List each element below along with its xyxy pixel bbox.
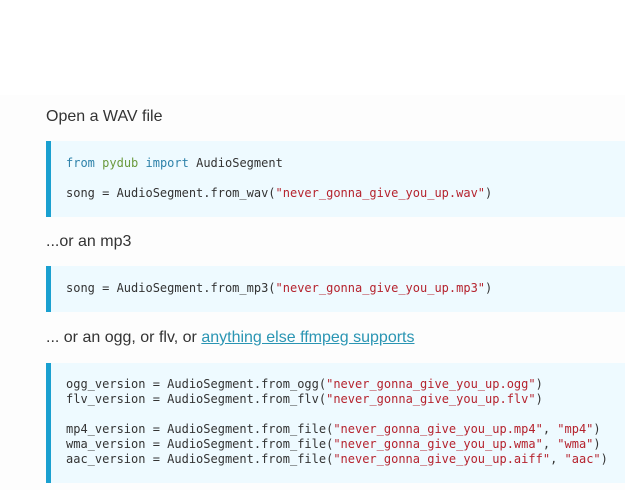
- string-literal: "never_gonna_give_you_up.mp4": [333, 422, 543, 436]
- code-text: ): [593, 422, 601, 436]
- string-literal: "never_gonna_give_you_up.ogg": [326, 377, 536, 391]
- string-literal: "never_gonna_give_you_up.aiff": [333, 452, 551, 466]
- code-text: mp4_version = AudioSegment.from_file(: [66, 422, 334, 436]
- code-text: ,: [542, 422, 558, 436]
- code-text: ): [600, 452, 608, 466]
- string-literal: "wma": [557, 437, 594, 451]
- docs-content: Open a WAV file from pydub import AudioS…: [0, 95, 625, 490]
- mp3-intro-text: ...or an mp3: [46, 233, 132, 250]
- mp4-load-line: mp4_version = AudioSegment.from_file("ne…: [66, 422, 601, 437]
- string-literal: "never_gonna_give_you_up.mp3": [275, 281, 486, 295]
- code-text: ): [593, 437, 601, 451]
- keyword-import: import: [145, 156, 189, 170]
- string-literal: "never_gonna_give_you_up.wma": [333, 437, 543, 451]
- code-text: ): [485, 186, 493, 200]
- imported-name: AudioSegment: [196, 156, 283, 170]
- code-text: ,: [542, 437, 558, 451]
- code-text: ogg_version = AudioSegment.from_ogg(: [66, 377, 327, 391]
- code-text: ): [535, 377, 543, 391]
- string-literal: "aac": [564, 452, 601, 466]
- string-literal: "never_gonna_give_you_up.wav": [275, 186, 486, 200]
- code-text: aac_version = AudioSegment.from_file(: [66, 452, 334, 466]
- code-text: wma_version = AudioSegment.from_file(: [66, 437, 334, 451]
- ogg-load-line: ogg_version = AudioSegment.from_ogg("nev…: [66, 377, 543, 392]
- wav-load-line: song = AudioSegment.from_wav("never_gonn…: [66, 186, 492, 201]
- code-text: ,: [550, 452, 565, 466]
- import-line: from pydub import AudioSegment: [66, 156, 283, 171]
- wav-intro-text: Open a WAV file: [46, 108, 163, 125]
- mp3-code-block: song = AudioSegment.from_mp3("never_gonn…: [46, 266, 625, 312]
- wav-code-block: from pydub import AudioSegment song = Au…: [46, 141, 625, 217]
- code-text: flv_version = AudioSegment.from_flv(: [66, 392, 327, 406]
- ffmpeg-formats-link[interactable]: anything else ffmpeg supports: [201, 329, 414, 346]
- string-literal: "never_gonna_give_you_up.flv": [326, 392, 536, 406]
- flv-load-line: flv_version = AudioSegment.from_flv("nev…: [66, 392, 543, 407]
- other-formats-intro: ... or an ogg, or flv, or anything else …: [46, 328, 415, 348]
- code-text: song = AudioSegment.from_wav(: [66, 186, 276, 200]
- code-text: ): [535, 392, 543, 406]
- wma-load-line: wma_version = AudioSegment.from_file("ne…: [66, 437, 601, 452]
- keyword-from: from: [66, 156, 95, 170]
- other-formats-text: ... or an ogg, or flv, or: [46, 329, 202, 346]
- string-literal: "mp4": [557, 422, 594, 436]
- code-text: ): [485, 281, 493, 295]
- aac-load-line: aac_version = AudioSegment.from_file("ne…: [66, 452, 608, 467]
- code-text: song = AudioSegment.from_mp3(: [66, 281, 276, 295]
- module-name: pydub: [102, 156, 139, 170]
- other-formats-code-block: ogg_version = AudioSegment.from_ogg("nev…: [46, 363, 625, 483]
- mp3-load-line: song = AudioSegment.from_mp3("never_gonn…: [66, 281, 492, 296]
